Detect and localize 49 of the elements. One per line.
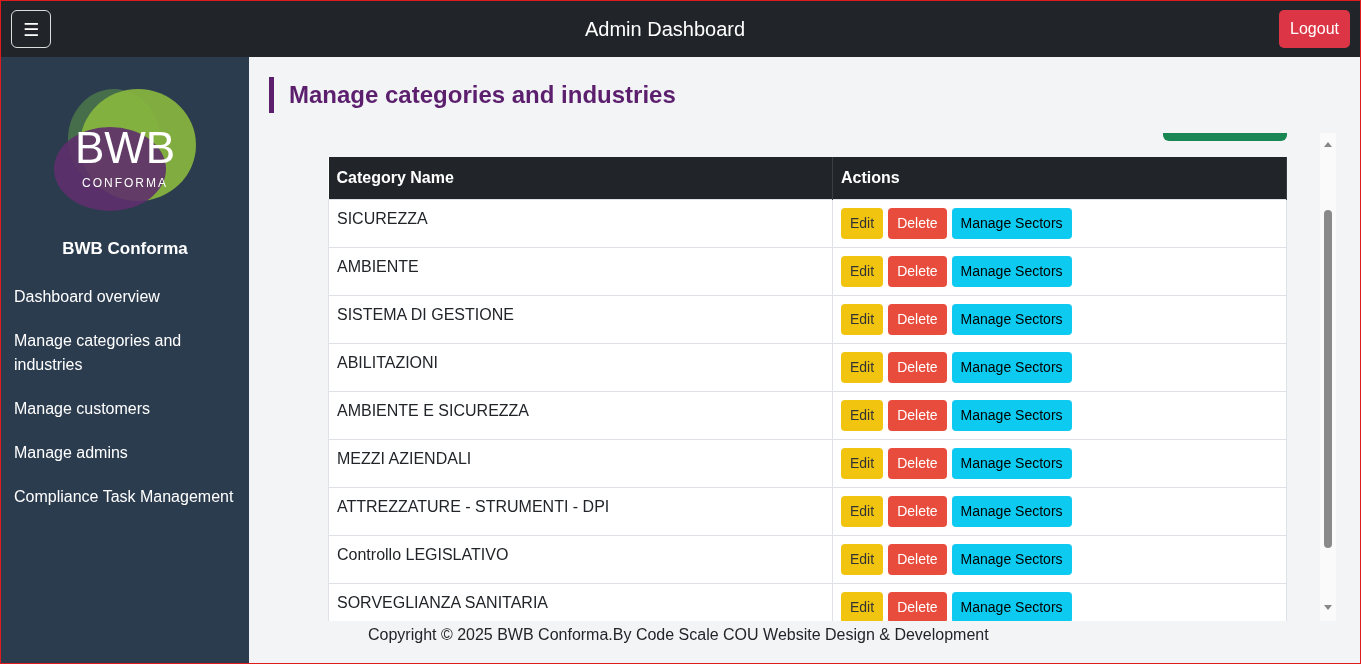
category-name-cell: AMBIENTE [328, 247, 833, 295]
category-name-cell: SICUREZZA [328, 199, 833, 247]
delete-button[interactable]: Delete [888, 543, 947, 575]
manage-sectors-button[interactable]: Manage Sectors [951, 351, 1072, 383]
category-name-cell: MEZZI AZIENDALI [328, 439, 833, 487]
edit-button[interactable]: Edit [841, 399, 884, 431]
column-header: Category Name [328, 157, 833, 199]
category-name-cell: AMBIENTE E SICUREZZA [328, 391, 833, 439]
sidebar-item[interactable]: Manage customers [1, 397, 249, 421]
delete-button[interactable]: Delete [888, 447, 947, 479]
delete-button[interactable]: Delete [888, 207, 947, 239]
manage-sectors-button[interactable]: Manage Sectors [951, 543, 1072, 575]
manage-sectors-button[interactable]: Manage Sectors [951, 255, 1072, 287]
edit-button[interactable]: Edit [841, 255, 884, 287]
manage-sectors-button[interactable]: Manage Sectors [951, 447, 1072, 479]
sidebar-item[interactable]: Dashboard overview [1, 285, 249, 309]
delete-button[interactable]: Delete [888, 303, 947, 335]
footer-text: Copyright © 2025 BWB Conforma.By Code Scale COU Website Design & Development [367, 625, 990, 644]
edit-button[interactable]: Edit [841, 351, 884, 383]
manage-sectors-button[interactable]: Manage Sectors [951, 591, 1072, 621]
sidebar-item[interactable]: Manage admins [1, 441, 249, 465]
delete-button[interactable]: Delete [888, 351, 947, 383]
sidebar-item[interactable]: Manage categories and industries [1, 329, 249, 377]
manage-sectors-button[interactable]: Manage Sectors [951, 207, 1072, 239]
menu-button[interactable]: ☰ [11, 10, 51, 48]
column-header: Actions [832, 157, 1287, 199]
edit-button[interactable]: Edit [841, 543, 884, 575]
edit-button[interactable]: Edit [841, 495, 884, 527]
logout-button[interactable]: Logout [1279, 10, 1350, 48]
app-title: Admin Dashboard [585, 17, 746, 41]
delete-button[interactable]: Delete [888, 399, 947, 431]
sidebar-item[interactable]: Compliance Task Management [1, 485, 249, 509]
delete-button[interactable]: Delete [888, 591, 947, 621]
edit-button[interactable]: Edit [841, 303, 884, 335]
category-name-cell: ABILITAZIONI [328, 343, 833, 391]
delete-button[interactable]: Delete [888, 495, 947, 527]
category-name-cell: Controllo LEGISLATIVO [328, 535, 833, 583]
brand-name: BWB Conforma [61, 239, 189, 259]
edit-button[interactable]: Edit [841, 447, 884, 479]
delete-button[interactable]: Delete [888, 255, 947, 287]
manage-sectors-button[interactable]: Manage Sectors [951, 303, 1072, 335]
category-name-cell: SORVEGLIANZA SANITARIA [328, 583, 833, 621]
manage-sectors-button[interactable]: Manage Sectors [951, 495, 1072, 527]
category-name-cell: SISTEMA DI GESTIONE [328, 295, 833, 343]
category-name-cell: ATTREZZATURE - STRUMENTI - DPI [328, 487, 833, 535]
page-title: Manage categories and industries [269, 77, 1360, 113]
edit-button[interactable]: Edit [841, 207, 884, 239]
edit-button[interactable]: Edit [841, 591, 884, 621]
manage-sectors-button[interactable]: Manage Sectors [951, 399, 1072, 431]
